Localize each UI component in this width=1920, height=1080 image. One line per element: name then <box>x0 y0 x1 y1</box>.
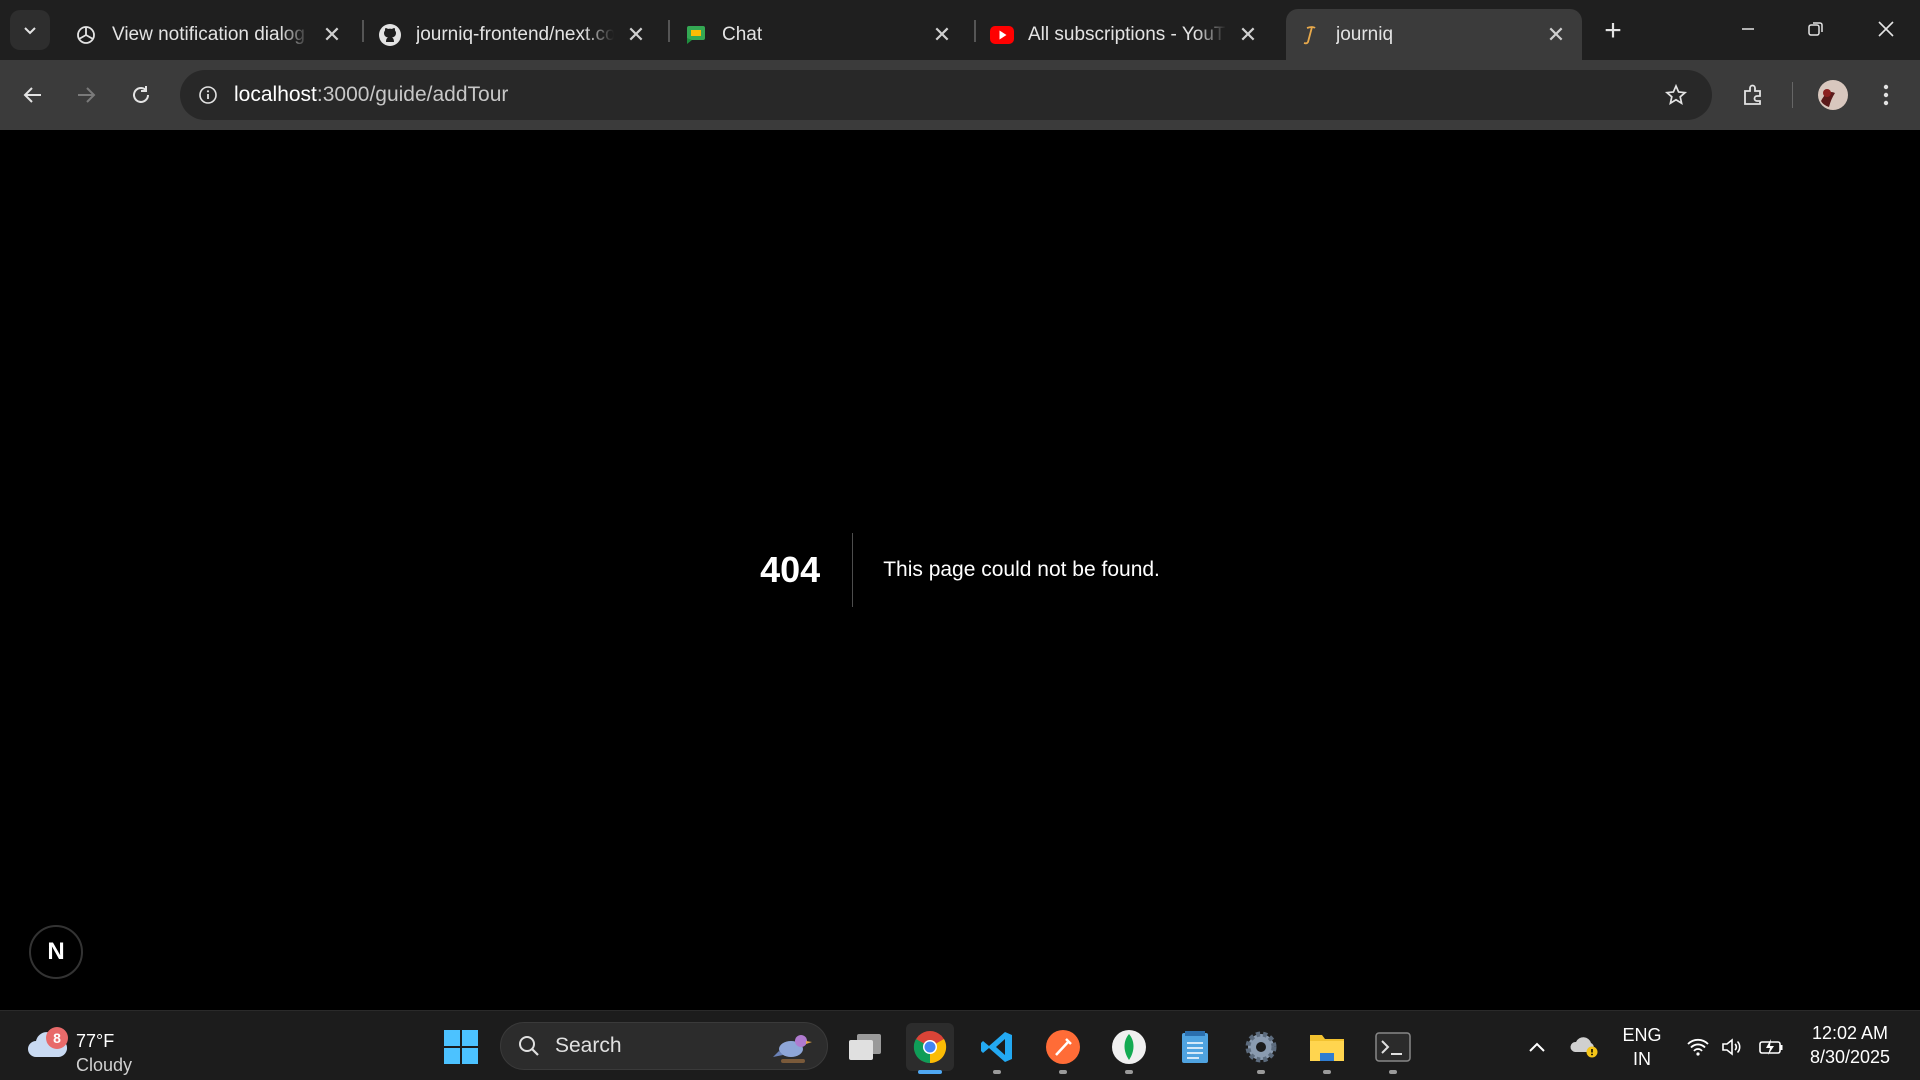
windows-taskbar: 8 77°F Cloudy Search ENG IN 12:02 AM 8/3… <box>0 1010 1920 1080</box>
task-view-icon[interactable] <box>841 1023 889 1071</box>
running-indicator <box>993 1070 1001 1074</box>
search-icon <box>519 1036 539 1056</box>
next-dev-tools-button[interactable]: N <box>29 925 83 979</box>
bookmark-star-icon[interactable] <box>1660 79 1692 111</box>
tab-close-button[interactable]: ✕ <box>622 21 650 49</box>
show-hidden-icons-button[interactable] <box>1513 1023 1561 1071</box>
google-chat-icon <box>684 23 708 47</box>
back-button[interactable] <box>11 73 55 117</box>
tab-openai[interactable]: View notification dialog b ✕ <box>62 9 358 60</box>
running-indicator <box>918 1070 942 1074</box>
language-region: IN <box>1633 1049 1651 1069</box>
url-text[interactable]: localhost:3000/guide/addTour <box>234 83 508 107</box>
tab-close-button[interactable]: ✕ <box>1542 21 1570 49</box>
browser-toolbar: localhost:3000/guide/addTour <box>0 60 1920 130</box>
running-indicator <box>1257 1070 1265 1074</box>
toolbar-divider <box>1792 82 1793 108</box>
error-code: 404 <box>760 533 854 607</box>
tab-title: View notification dialog b <box>112 23 310 45</box>
close-icon <box>1878 21 1894 37</box>
youtube-icon <box>990 23 1014 47</box>
openai-icon <box>74 23 98 47</box>
avatar-icon <box>1818 80 1848 110</box>
start-button[interactable] <box>437 1023 485 1071</box>
arrow-right-icon <box>78 87 96 103</box>
tab-title: All subscriptions - YouTul <box>1028 23 1226 45</box>
kebab-menu-icon <box>1883 84 1889 106</box>
file-explorer-icon[interactable] <box>1303 1023 1351 1074</box>
tab-title: journiq <box>1336 23 1394 45</box>
battery-charging-icon[interactable] <box>1749 1023 1793 1071</box>
language-code: ENG <box>1622 1025 1662 1045</box>
mongodb-compass-icon[interactable] <box>1105 1023 1153 1074</box>
onedrive-warning-icon[interactable] <box>1560 1023 1608 1071</box>
terminal-icon[interactable] <box>1369 1023 1417 1074</box>
tab-close-button[interactable]: ✕ <box>928 21 956 49</box>
language-indicator[interactable]: ENG IN <box>1612 1023 1672 1071</box>
taskbar-search[interactable]: Search <box>500 1022 828 1070</box>
volume-icon[interactable] <box>1710 1023 1754 1071</box>
page-viewport: 404 This page could not be found. N <box>0 130 1920 1010</box>
url-path: :3000/guide/addTour <box>316 83 509 106</box>
arrow-left-icon <box>23 87 41 103</box>
restore-icon <box>1808 22 1823 36</box>
tab-close-button[interactable]: ✕ <box>1234 21 1262 49</box>
vscode-icon[interactable] <box>973 1023 1021 1074</box>
reload-icon <box>133 86 149 103</box>
weather-condition: Cloudy <box>76 1055 133 1075</box>
weather-badge: 8 <box>46 1027 68 1049</box>
windows-logo-icon <box>444 1030 478 1064</box>
extensions-button[interactable] <box>1731 73 1775 117</box>
github-icon <box>378 23 402 47</box>
tab-youtube[interactable]: All subscriptions - YouTul ✕ <box>978 9 1274 60</box>
error-message: This page could not be found. <box>883 558 1160 581</box>
running-indicator <box>1389 1070 1397 1074</box>
tab-strip: View notification dialog b ✕ journiq-fro… <box>0 0 1920 60</box>
tab-chat[interactable]: Chat ✕ <box>672 9 968 60</box>
close-window-button[interactable] <box>1858 8 1914 50</box>
running-indicator <box>1059 1070 1067 1074</box>
settings-icon[interactable] <box>1237 1023 1285 1074</box>
tab-search-button[interactable] <box>10 10 50 50</box>
address-bar[interactable]: localhost:3000/guide/addTour <box>180 70 1712 120</box>
weather-widget[interactable]: 8 77°F Cloudy <box>26 1021 166 1075</box>
minimize-icon <box>1742 28 1754 30</box>
menu-button[interactable] <box>1864 73 1908 117</box>
chevron-down-icon <box>24 27 36 35</box>
tab-title: Chat <box>722 23 763 45</box>
postman-icon[interactable] <box>1039 1023 1087 1074</box>
weather-temperature: 77°F <box>76 1031 115 1051</box>
tab-github[interactable]: journiq-frontend/next.co ✕ <box>366 9 662 60</box>
chrome-icon[interactable] <box>906 1023 954 1074</box>
clock-time: 12:02 AM <box>1811 1023 1889 1043</box>
not-found-message: 404 This page could not be found. <box>0 130 1920 1010</box>
system-clock[interactable]: 12:02 AM 8/30/2025 <box>1796 1021 1904 1069</box>
reload-button[interactable] <box>119 73 163 117</box>
new-tab-button[interactable]: + <box>1593 14 1633 48</box>
running-indicator <box>1323 1070 1331 1074</box>
tab-title: journiq-frontend/next.co <box>416 23 614 45</box>
clock-date: 8/30/2025 <box>1809 1047 1891 1067</box>
minimize-button[interactable] <box>1720 8 1776 50</box>
site-info-icon[interactable] <box>192 79 224 111</box>
chevron-up-icon <box>1529 1042 1545 1052</box>
tab-close-button[interactable]: ✕ <box>318 21 346 49</box>
puzzle-icon <box>1744 84 1761 105</box>
tab-separator <box>668 20 670 42</box>
restore-button[interactable] <box>1788 8 1844 50</box>
tab-journiq[interactable]: journiq ✕ <box>1286 9 1582 60</box>
url-host: localhost <box>234 83 317 106</box>
search-highlight-bird-icon <box>773 1035 812 1063</box>
tab-separator <box>362 20 364 42</box>
profile-avatar[interactable] <box>1811 73 1855 117</box>
running-indicator <box>1125 1070 1133 1074</box>
notepad-icon[interactable] <box>1171 1023 1219 1071</box>
forward-button[interactable] <box>64 73 108 117</box>
search-placeholder: Search <box>555 1034 622 1057</box>
journiq-favicon <box>1298 23 1322 47</box>
tab-separator <box>974 20 976 42</box>
